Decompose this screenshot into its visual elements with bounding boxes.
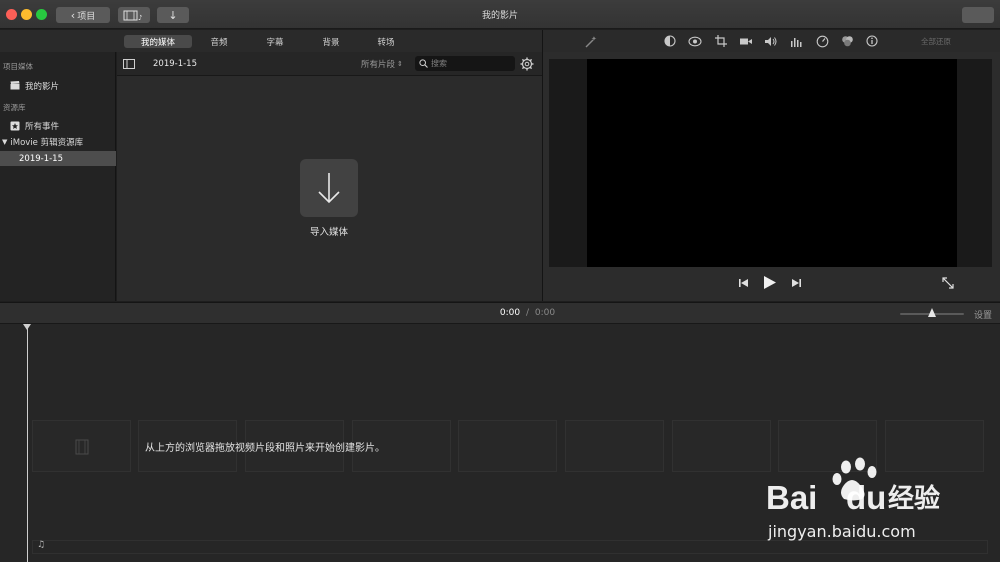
svg-text:jingyan.baidu.com: jingyan.baidu.com [767,522,916,541]
svg-text:经验: 经验 [888,483,940,514]
time-separator: / [525,308,530,318]
library-header: 资源库 [3,103,26,112]
current-time: 0:00 [499,308,521,318]
sidebar-toggle-icon[interactable] [123,59,135,69]
placeholder-slot [565,420,664,472]
timeline-toolbar: 0:00 / 0:00 设置 [0,302,1000,324]
project-media-header: 项目媒体 [3,62,33,71]
zoom-slider-thumb[interactable] [928,308,936,317]
placeholder-slot [32,420,131,472]
color-correction-icon[interactable] [688,34,702,48]
window-title: 我的影片 [481,11,518,21]
expand-icon [942,277,954,289]
skip-forward-button[interactable] [791,278,802,291]
magic-wand-icon[interactable]: ✦ [583,34,597,48]
media-browser: 导入媒体 [117,76,542,301]
title-bar: ‹ 项目 ♪ ↓ 我的影片 [0,0,1000,29]
skip-forward-icon [792,279,801,287]
total-time: 0:00 [534,308,556,318]
sidebar-item-all-events[interactable]: 所有事件 [0,118,116,133]
search-icon [419,59,428,68]
tab-titles[interactable]: 字幕 [256,35,294,48]
skip-back-icon [739,279,748,287]
watermark-wordmark: Bai du 经验 jingyan.baidu.com [766,479,940,541]
up-down-chevron-icon: ⇕ [397,60,403,68]
film-icon [75,439,89,455]
timecode: 0:00 / 0:00 [0,308,1000,318]
pane-divider[interactable] [542,30,543,301]
info-icon[interactable] [865,34,879,48]
adjustment-toolbar: ✦ 全部还原 [543,30,1000,52]
event-title: 2019-1-15 [153,59,197,69]
sidebar-item-label: 2019-1-15 [19,153,63,164]
sidebar-item-library[interactable]: ▼ iMovie 剪辑资源库 [0,134,116,149]
music-note-icon: ♫ [37,540,46,550]
color-balance-icon[interactable] [663,34,677,48]
search-field[interactable] [415,56,515,71]
filter-icon[interactable] [840,34,854,48]
tab-audio[interactable]: 音频 [200,35,238,48]
volume-icon[interactable] [764,34,778,48]
baidu-jingyan-watermark: Bai du 经验 jingyan.baidu.com [760,455,996,547]
video-preview[interactable] [587,59,957,267]
star-box-icon [10,121,20,130]
gear-icon[interactable] [520,57,534,71]
play-button[interactable] [763,275,777,293]
svg-text:du: du [846,479,886,516]
placeholder-slot [672,420,771,472]
equalizer-icon[interactable] [789,34,803,48]
tab-backgrounds[interactable]: 背景 [312,35,350,48]
reset-all-button[interactable]: 全部还原 [921,36,951,47]
tab-my-media[interactable]: 我的媒体 [124,35,192,48]
clip-filter-select[interactable]: 所有片段 ⇕ [361,58,403,70]
sidebar-item-label: 所有事件 [25,121,60,132]
sidebar-item-event[interactable]: 2019-1-15 [0,151,116,166]
clip-filter-label: 所有片段 [361,60,396,70]
stabilization-icon[interactable] [739,34,753,48]
speed-icon[interactable] [815,34,829,48]
svg-text:Bai: Bai [766,479,817,516]
sidebar-item-label: 我的影片 [25,81,60,92]
sidebar-item-label: iMovie 剪辑资源库 [10,137,84,148]
fullscreen-button[interactable] [941,276,955,293]
zoom-slider[interactable] [900,308,964,320]
timeline-settings-button[interactable]: 设置 [974,308,992,321]
sidebar-item-my-movie[interactable]: 我的影片 [0,78,116,93]
viewer [543,52,1000,301]
crop-icon[interactable] [714,34,728,48]
svg-text:✦: ✦ [591,35,597,43]
search-input[interactable] [431,59,511,68]
disclosure-triangle-icon[interactable]: ▼ [2,138,7,146]
import-media-button[interactable] [300,159,358,217]
library-sidebar: 项目媒体 我的影片 资源库 所有事件 ▼ iMovie 剪辑资源库 2019-1… [0,52,116,301]
browser-tab-bar: 我的媒体 音频 字幕 背景 转场 [0,30,542,52]
share-button[interactable] [962,7,994,23]
clapper-icon [10,81,20,90]
timeline-hint: 从上方的浏览器拖放视频片段和照片来开始创建影片。 [145,443,385,454]
skip-back-button[interactable] [738,278,749,291]
import-media-label: 导入媒体 [309,227,348,238]
play-icon [764,276,776,289]
arrow-down-icon [318,173,340,204]
placeholder-slot [458,420,557,472]
browser-toolbar: 2019-1-15 所有片段 ⇕ [117,52,542,76]
tab-transitions[interactable]: 转场 [367,35,405,48]
playhead[interactable] [27,324,28,562]
